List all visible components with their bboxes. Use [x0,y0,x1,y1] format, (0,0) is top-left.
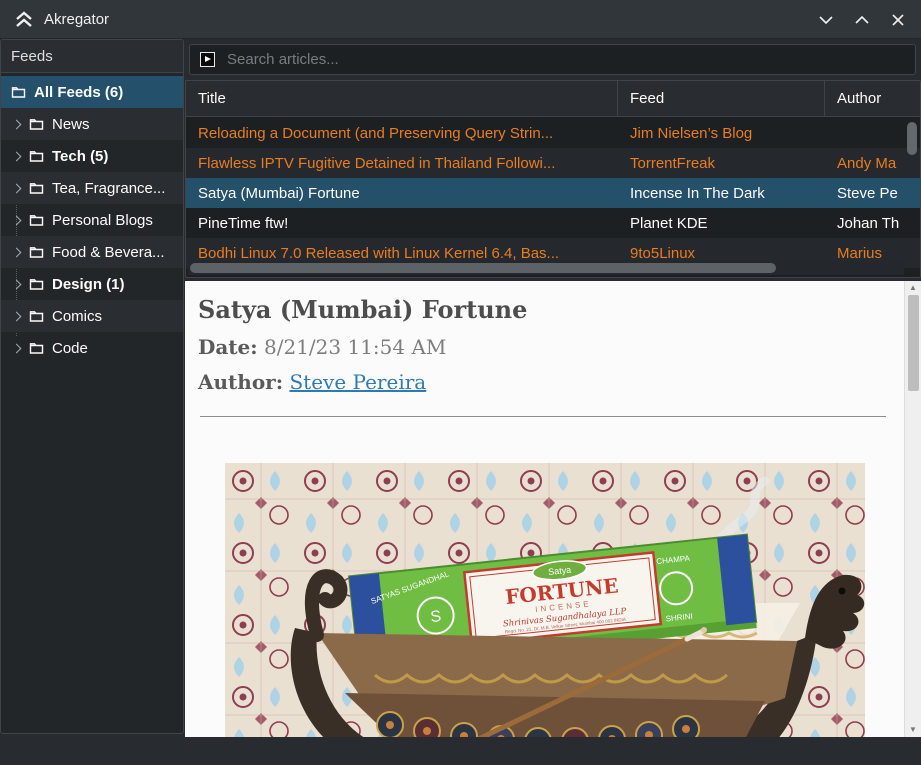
chevron-right-icon[interactable] [12,151,22,161]
article-image: S SATYAS SUGANDHAL CHAMPA SHRINI Satya F… [225,463,865,737]
scrollbar-track[interactable] [905,295,921,723]
scrollbar-thumb[interactable] [908,295,919,391]
article-date-line: Date: 8/21/23 11:54 AM [198,335,891,359]
article-viewer: Satya (Mumbai) Fortune Date: 8/21/23 11:… [185,281,921,737]
article-heading: Satya (Mumbai) Fortune [198,295,891,324]
sidebar-item-news[interactable]: News [1,108,183,140]
article-content: Satya (Mumbai) Fortune Date: 8/21/23 11:… [185,281,921,417]
feed-folder-label: Personal Blogs [52,212,153,229]
feed-folder-label: Tea, Fragrance... [52,180,165,197]
article-title-cell: Flawless IPTV Fugitive Detained in Thail… [186,148,618,178]
titlebar: Akregator [0,0,921,39]
article-feed-cell: Incense In The Dark [618,178,825,208]
date-value: 8/21/23 11:54 AM [264,335,446,359]
column-header-author[interactable]: Author [825,81,903,116]
article-title-cell: PineTime ftw! [186,208,618,238]
feed-folder-label: Tech (5) [52,148,108,165]
article-author-cell [825,118,903,148]
article-author-cell: Andy Ma [825,148,903,178]
article-list-header: Title Feed Author [186,81,920,117]
article-feed-cell: Jim Nielsen’s Blog [618,118,825,148]
table-row[interactable]: Reloading a Document (and Preserving Que… [186,118,920,148]
feed-tree: All Feeds (6) News Tech (5) Tea, Fragran… [1,73,183,364]
scrollbar-thumb[interactable] [907,122,917,155]
folder-icon [29,118,44,131]
sidebar-item-comics[interactable]: Comics [1,300,183,332]
folder-icon [29,278,44,291]
column-header-title[interactable]: Title [186,81,618,116]
folder-icon [29,310,44,323]
article-list-horizontal-scrollbar[interactable] [188,261,904,275]
svg-text:S: S [430,608,442,626]
search-input[interactable] [227,51,867,68]
chevron-right-icon[interactable] [12,183,22,193]
scroll-down-icon[interactable]: ▼ [909,723,917,737]
table-row[interactable]: Flawless IPTV Fugitive Detained in Thail… [186,148,920,178]
author-label: Author: [198,370,283,394]
sidebar-item-design[interactable]: Design (1) [1,268,183,300]
article-rows: Reloading a Document (and Preserving Que… [186,118,920,277]
window-controls [813,0,911,39]
feed-folder-label: Comics [52,308,102,325]
column-header-feed[interactable]: Feed [618,81,825,116]
folder-icon [29,246,44,259]
feed-folder-label: Code [52,340,88,357]
table-row[interactable]: PineTime ftw! Planet KDE Johan Th [186,208,920,238]
divider [200,416,886,417]
article-author-cell: Johan Th [825,208,903,238]
feed-folder-label: Food & Bevera... [52,244,165,261]
table-row-selected[interactable]: Satya (Mumbai) Fortune Incense In The Da… [186,178,920,208]
sidebar-item-all-feeds[interactable]: All Feeds (6) [1,76,183,108]
article-viewer-scrollbar[interactable]: ▲ ▼ [904,281,921,737]
chevron-right-icon[interactable] [12,247,22,257]
feed-folder-label: Design (1) [52,276,125,293]
akregator-app-icon [14,10,34,28]
article-title-cell: Reloading a Document (and Preserving Que… [186,118,618,148]
folder-icon [29,182,44,195]
folder-icon [11,86,26,99]
date-label: Date: [198,335,258,359]
minimize-icon[interactable] [813,7,839,33]
article-title-cell: Satya (Mumbai) Fortune [186,178,618,208]
feed-folder-label: All Feeds (6) [34,84,123,101]
search-filter-icon [200,52,215,67]
feeds-header: Feeds [1,40,183,73]
article-author-line: Author: Steve Pereira [198,370,891,394]
close-icon[interactable] [885,7,911,33]
chevron-right-icon[interactable] [12,119,22,129]
sidebar-item-tea-fragrance[interactable]: Tea, Fragrance... [1,172,183,204]
article-list-vertical-scrollbar[interactable] [907,122,917,272]
chevron-right-icon[interactable] [12,215,22,225]
sidebar-item-personal-blogs[interactable]: Personal Blogs [1,204,183,236]
folder-icon [29,214,44,227]
folder-icon [29,150,44,163]
chevron-right-icon[interactable] [12,343,22,353]
sidebar-item-tech[interactable]: Tech (5) [1,140,183,172]
feeds-sidebar: Feeds All Feeds (6) News Tech (5) Tea, F… [0,39,184,734]
sidebar-item-food-beverage[interactable]: Food & Bevera... [1,236,183,268]
maximize-icon[interactable] [849,7,875,33]
article-feed-cell: TorrentFreak [618,148,825,178]
folder-icon [29,342,44,355]
article-author-cell: Steve Pe [825,178,903,208]
feed-folder-label: News [52,116,90,133]
chevron-right-icon[interactable] [12,311,22,321]
window-title: Akregator [44,11,109,28]
scrollbar-thumb[interactable] [190,263,776,273]
article-list: Title Feed Author Reloading a Document (… [185,80,921,278]
article-feed-cell: Planet KDE [618,208,825,238]
chevron-right-icon[interactable] [12,279,22,289]
incense-photo-illustration: S SATYAS SUGANDHAL CHAMPA SHRINI Satya F… [225,463,865,737]
sidebar-item-code[interactable]: Code [1,332,183,364]
search-bar [189,44,916,75]
scroll-up-icon[interactable]: ▲ [909,281,917,295]
author-link[interactable]: Steve Pereira [289,370,426,394]
